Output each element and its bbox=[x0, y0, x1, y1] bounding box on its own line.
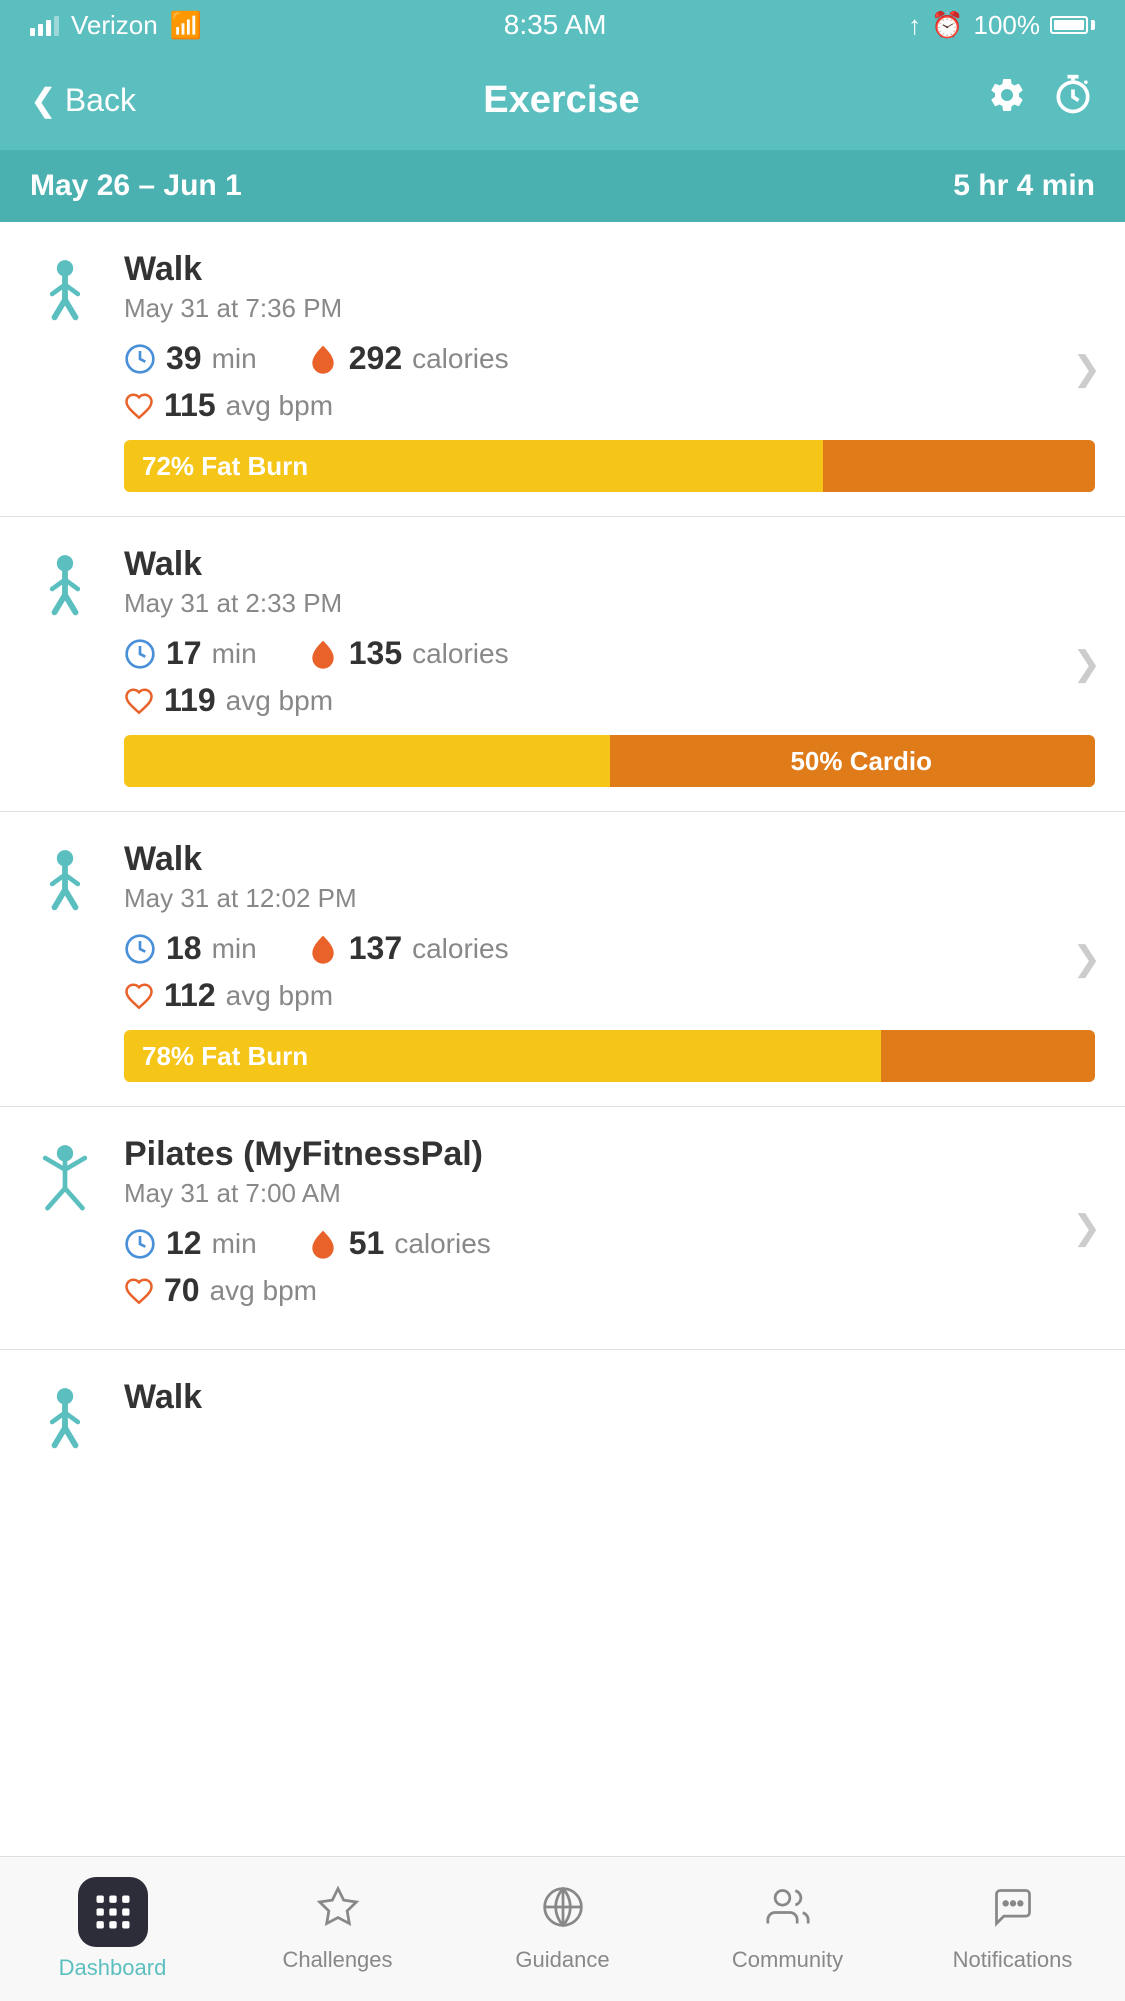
heart-rate-stat: 112 avg bpm bbox=[124, 977, 1095, 1014]
heart-rate-stat: 119 avg bpm bbox=[124, 682, 1095, 719]
nav-item-guidance[interactable]: Guidance bbox=[450, 1857, 675, 2001]
exercise-list: Walk May 31 at 7:36 PM 39 min 292 cal bbox=[0, 222, 1125, 1472]
duration-stat: 12 min bbox=[124, 1225, 257, 1262]
fat-burn-zone bbox=[124, 735, 610, 787]
battery-icon bbox=[1050, 16, 1095, 34]
time-label: 8:35 AM bbox=[504, 9, 607, 41]
exercise-title: Walk bbox=[124, 1378, 1095, 1417]
challenges-label: Challenges bbox=[282, 1947, 392, 1973]
chevron-right-icon: ❯ bbox=[1073, 939, 1102, 979]
cardio-zone: 50% Cardio bbox=[610, 735, 1096, 787]
notifications-icon bbox=[991, 1885, 1035, 1939]
heart-rate-stat: 70 avg bpm bbox=[124, 1272, 1095, 1309]
calories-stat: 137 calories bbox=[307, 930, 509, 967]
duration-stat: 17 min bbox=[124, 635, 257, 672]
notifications-label: Notifications bbox=[953, 1947, 1073, 1973]
heart-rate-stat: 115 avg bpm bbox=[124, 387, 1095, 424]
nav-item-dashboard[interactable]: Dashboard bbox=[0, 1857, 225, 2001]
chevron-right-icon: ❯ bbox=[1073, 349, 1102, 389]
bottom-nav: Dashboard Challenges Guidance bbox=[0, 1856, 1125, 2001]
exercise-stats: 12 min 51 calories bbox=[124, 1225, 1095, 1262]
exercise-content: Walk bbox=[124, 1378, 1095, 1421]
exercise-title: Walk bbox=[124, 840, 1095, 879]
community-icon bbox=[766, 1885, 810, 1939]
walk-icon bbox=[30, 844, 100, 924]
zone-bar: 50% Cardio bbox=[124, 735, 1095, 787]
calories-stat: 292 calories bbox=[307, 340, 509, 377]
signal-icon bbox=[30, 14, 59, 36]
wifi-icon: 📶 bbox=[170, 10, 202, 41]
date-total: 5 hr 4 min bbox=[953, 169, 1095, 203]
walk-icon bbox=[30, 254, 100, 334]
fat-burn-zone: 72% Fat Burn bbox=[124, 440, 823, 492]
zone-bar: 72% Fat Burn bbox=[124, 440, 1095, 492]
location-icon: ↑ bbox=[908, 10, 921, 41]
back-button[interactable]: ❮ Back bbox=[30, 81, 136, 119]
status-bar: Verizon 📶 8:35 AM ↑ ⏰ 100% bbox=[0, 0, 1125, 50]
guidance-icon bbox=[541, 1885, 585, 1939]
nav-item-notifications[interactable]: Notifications bbox=[900, 1857, 1125, 2001]
calories-stat: 51 calories bbox=[307, 1225, 491, 1262]
community-label: Community bbox=[732, 1947, 843, 1973]
carrier-label: Verizon bbox=[71, 10, 158, 41]
dashboard-label: Dashboard bbox=[59, 1955, 167, 1981]
chevron-right-icon: ❯ bbox=[1073, 644, 1102, 684]
exercise-item[interactable]: Pilates (MyFitnessPal) May 31 at 7:00 AM… bbox=[0, 1107, 1125, 1350]
pilates-icon bbox=[30, 1139, 100, 1219]
exercise-date: May 31 at 2:33 PM bbox=[124, 588, 1095, 619]
page-title: Exercise bbox=[483, 79, 639, 122]
settings-icon[interactable] bbox=[987, 75, 1027, 125]
exercise-item[interactable]: Walk May 31 at 12:02 PM 18 min 137 ca bbox=[0, 812, 1125, 1107]
exercise-content: Walk May 31 at 7:36 PM 39 min 292 cal bbox=[124, 250, 1095, 492]
exercise-item[interactable]: Walk May 31 at 7:36 PM 39 min 292 cal bbox=[0, 222, 1125, 517]
exercise-stats: 17 min 135 calories bbox=[124, 635, 1095, 672]
battery-pct: 100% bbox=[974, 10, 1041, 41]
exercise-date: May 31 at 7:00 AM bbox=[124, 1178, 1095, 1209]
exercise-title: Pilates (MyFitnessPal) bbox=[124, 1135, 1095, 1174]
calories-stat: 135 calories bbox=[307, 635, 509, 672]
exercise-title: Walk bbox=[124, 250, 1095, 289]
back-label: Back bbox=[65, 82, 136, 119]
cardio-zone bbox=[823, 440, 1095, 492]
exercise-content: Walk May 31 at 2:33 PM 17 min 135 cal bbox=[124, 545, 1095, 787]
duration-stat: 39 min bbox=[124, 340, 257, 377]
exercise-title: Walk bbox=[124, 545, 1095, 584]
stopwatch-icon[interactable] bbox=[1051, 73, 1095, 127]
duration-stat: 18 min bbox=[124, 930, 257, 967]
walk-icon bbox=[30, 549, 100, 629]
exercise-stats: 39 min 292 calories bbox=[124, 340, 1095, 377]
alarm-icon: ⏰ bbox=[931, 10, 963, 41]
exercise-date: May 31 at 12:02 PM bbox=[124, 883, 1095, 914]
nav-item-community[interactable]: Community bbox=[675, 1857, 900, 2001]
cardio-zone bbox=[881, 1030, 1095, 1082]
exercise-item-partial[interactable]: Walk bbox=[0, 1350, 1125, 1472]
chevron-right-icon: ❯ bbox=[1073, 1208, 1102, 1248]
fat-burn-zone: 78% Fat Burn bbox=[124, 1030, 881, 1082]
exercise-content: Pilates (MyFitnessPal) May 31 at 7:00 AM… bbox=[124, 1135, 1095, 1325]
back-arrow-icon: ❮ bbox=[30, 81, 57, 119]
exercise-content: Walk May 31 at 12:02 PM 18 min 137 ca bbox=[124, 840, 1095, 1082]
date-bar: May 26 – Jun 1 5 hr 4 min bbox=[0, 150, 1125, 222]
walk-icon bbox=[30, 1382, 100, 1462]
dashboard-icon bbox=[78, 1877, 148, 1947]
challenges-icon bbox=[316, 1885, 360, 1939]
exercise-item[interactable]: Walk May 31 at 2:33 PM 17 min 135 cal bbox=[0, 517, 1125, 812]
zone-bar: 78% Fat Burn bbox=[124, 1030, 1095, 1082]
nav-item-challenges[interactable]: Challenges bbox=[225, 1857, 450, 2001]
guidance-label: Guidance bbox=[515, 1947, 609, 1973]
header: ❮ Back Exercise bbox=[0, 50, 1125, 150]
exercise-date: May 31 at 7:36 PM bbox=[124, 293, 1095, 324]
date-range: May 26 – Jun 1 bbox=[30, 169, 242, 203]
exercise-stats: 18 min 137 calories bbox=[124, 930, 1095, 967]
header-icons bbox=[987, 73, 1095, 127]
